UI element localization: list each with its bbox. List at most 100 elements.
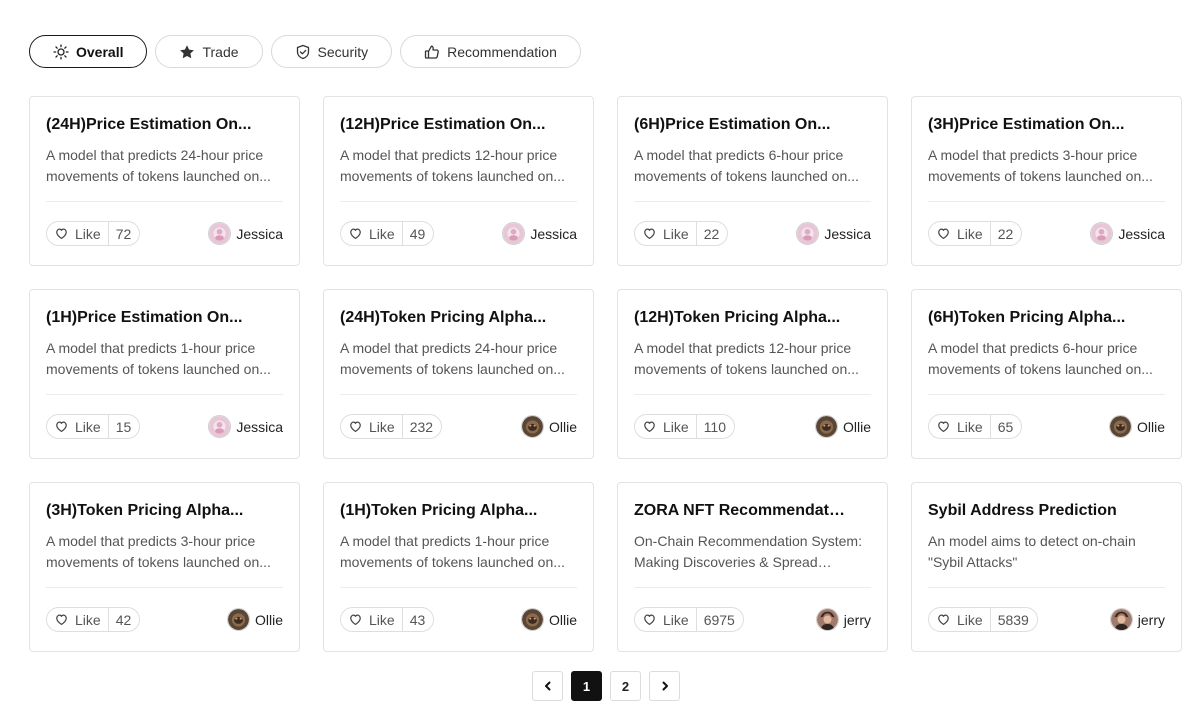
like-count: 72 — [115, 225, 132, 242]
card-footer: Like 5839 jerry — [928, 607, 1165, 632]
author-name: Jessica — [236, 418, 283, 435]
card-title: (1H)Token Pricing Alpha... — [340, 502, 538, 519]
like-button[interactable]: Like 22 — [634, 221, 729, 246]
like-label: Like — [75, 418, 101, 435]
thumbs-up-icon — [424, 44, 440, 60]
page-button-1[interactable]: 1 — [571, 671, 602, 701]
card-description: An model aims to detect on-chain "Sybil … — [928, 533, 1136, 570]
model-card[interactable]: Sybil Address Prediction An model aims to… — [911, 482, 1182, 652]
card-footer: Like 110 Ollie — [634, 414, 871, 439]
model-card[interactable]: (12H)Token Pricing Alpha... A model that … — [617, 289, 888, 459]
like-button[interactable]: Like 232 — [340, 414, 443, 439]
author[interactable]: jerry — [815, 608, 871, 631]
model-card[interactable]: (6H)Price Estimation On... A model that p… — [617, 96, 888, 266]
next-page-button[interactable] — [649, 671, 680, 701]
like-toggle: Like — [929, 222, 991, 245]
star-icon — [179, 44, 195, 60]
like-count: 49 — [409, 225, 426, 242]
author[interactable]: Jessica — [208, 415, 283, 438]
card-title: (12H)Token Pricing Alpha... — [634, 309, 841, 326]
like-toggle: Like — [341, 608, 403, 631]
tab-security[interactable]: Security — [270, 35, 393, 68]
avatar — [815, 608, 839, 631]
heart-icon — [643, 613, 656, 626]
like-count: 22 — [997, 225, 1014, 242]
prev-page-button[interactable] — [532, 671, 563, 701]
heart-icon — [937, 613, 950, 626]
like-button[interactable]: Like 110 — [634, 414, 736, 439]
like-button[interactable]: Like 42 — [46, 607, 141, 632]
author[interactable]: Jessica — [796, 222, 871, 245]
like-toggle: Like — [47, 608, 109, 631]
avatar — [208, 222, 232, 245]
tab-label: Security — [317, 43, 369, 60]
like-count: 22 — [703, 225, 720, 242]
card-title: (1H)Price Estimation On... — [46, 309, 243, 326]
model-card[interactable]: (24H)Token Pricing Alpha... A model that … — [323, 289, 594, 459]
model-card[interactable]: (24H)Price Estimation On... A model that … — [29, 96, 300, 266]
like-toggle: Like — [929, 608, 991, 631]
like-toggle: Like — [341, 415, 403, 438]
card-footer: Like 22 Jessica — [634, 221, 871, 246]
heart-icon — [349, 227, 362, 240]
card-description: A model that predicts 24-hour price move… — [46, 147, 271, 184]
card-title: Sybil Address Prediction — [928, 502, 1117, 519]
like-button[interactable]: Like 49 — [340, 221, 435, 246]
like-count: 5839 — [997, 611, 1029, 628]
like-button[interactable]: Like 15 — [46, 414, 141, 439]
author[interactable]: Jessica — [502, 222, 577, 245]
tab-label: Trade — [202, 43, 239, 60]
card-footer: Like 49 Jessica — [340, 221, 577, 246]
like-button[interactable]: Like 72 — [46, 221, 141, 246]
author[interactable]: Ollie — [226, 608, 283, 631]
like-count: 65 — [997, 418, 1014, 435]
model-card[interactable]: (1H)Price Estimation On... A model that p… — [29, 289, 300, 459]
author[interactable]: Ollie — [520, 608, 577, 631]
author[interactable]: Jessica — [208, 222, 283, 245]
card-description: A model that predicts 6-hour price movem… — [928, 340, 1153, 377]
pagination: 12 — [532, 671, 680, 701]
model-card[interactable]: (12H)Price Estimation On... A model that … — [323, 96, 594, 266]
page-button-2[interactable]: 2 — [610, 671, 641, 701]
card-title: (24H)Price Estimation On... — [46, 116, 252, 133]
card-footer: Like 43 Ollie — [340, 607, 577, 632]
card-title: (6H)Token Pricing Alpha... — [928, 309, 1126, 326]
avatar — [796, 222, 820, 245]
like-label: Like — [75, 225, 101, 242]
card-divider — [340, 587, 577, 588]
avatar — [520, 608, 544, 631]
tab-label: Recommendation — [447, 43, 557, 60]
like-button[interactable]: Like 43 — [340, 607, 435, 632]
like-button[interactable]: Like 6975 — [634, 607, 744, 632]
like-label: Like — [957, 418, 983, 435]
author-name: Ollie — [254, 611, 283, 628]
like-toggle: Like — [47, 222, 109, 245]
card-title: (3H)Token Pricing Alpha... — [46, 502, 244, 519]
model-card[interactable]: (1H)Token Pricing Alpha... A model that p… — [323, 482, 594, 652]
avatar — [814, 415, 838, 438]
model-card[interactable]: ZORA NFT Recommendation... On-Chain Recom… — [617, 482, 888, 652]
like-label: Like — [663, 225, 689, 242]
author-name: Ollie — [842, 418, 871, 435]
like-button[interactable]: Like 22 — [928, 221, 1023, 246]
model-card[interactable]: (3H)Price Estimation On... A model that p… — [911, 96, 1182, 266]
author[interactable]: Jessica — [1090, 222, 1165, 245]
author[interactable]: Ollie — [520, 415, 577, 438]
card-divider — [340, 394, 577, 395]
model-card[interactable]: (6H)Token Pricing Alpha... A model that p… — [911, 289, 1182, 459]
author[interactable]: Ollie — [814, 415, 871, 438]
card-description: A model that predicts 1-hour price movem… — [46, 340, 271, 377]
model-card-grid: (24H)Price Estimation On... A model that … — [29, 96, 1182, 652]
author-name: jerry — [1137, 611, 1165, 628]
card-title: (12H)Price Estimation On... — [340, 116, 546, 133]
tab-recommendation[interactable]: Recommendation — [400, 35, 581, 68]
author[interactable]: jerry — [1109, 608, 1165, 631]
model-card[interactable]: (3H)Token Pricing Alpha... A model that p… — [29, 482, 300, 652]
like-button[interactable]: Like 5839 — [928, 607, 1038, 632]
author[interactable]: Ollie — [1108, 415, 1165, 438]
tab-overall[interactable]: Overall — [29, 35, 148, 68]
like-count: 43 — [409, 611, 426, 628]
like-button[interactable]: Like 65 — [928, 414, 1023, 439]
tab-trade[interactable]: Trade — [155, 35, 263, 68]
card-description: A model that predicts 24-hour price move… — [340, 340, 565, 377]
